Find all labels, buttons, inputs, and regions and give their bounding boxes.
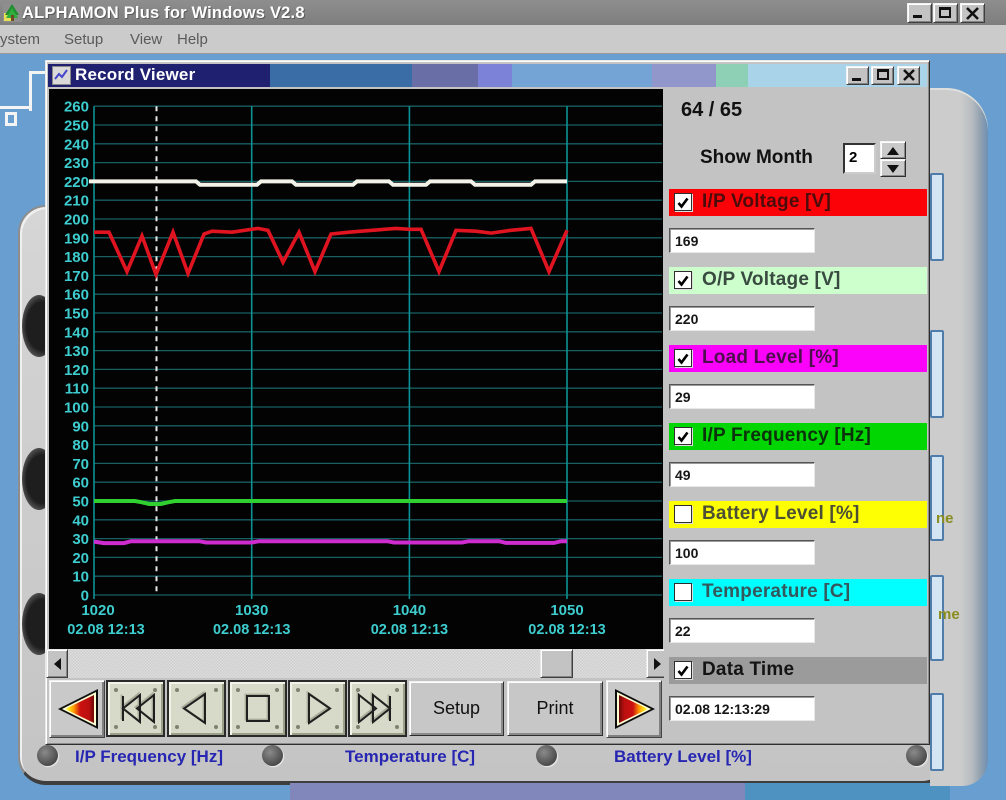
svg-text:80: 80	[72, 437, 89, 454]
svg-text:1050: 1050	[550, 602, 583, 619]
svg-text:150: 150	[64, 306, 89, 323]
svg-text:40: 40	[72, 512, 89, 529]
svg-text:02.08 12:13: 02.08 12:13	[528, 622, 605, 638]
svg-text:02.08 12:13: 02.08 12:13	[67, 622, 144, 638]
svg-text:120: 120	[64, 362, 89, 379]
svg-text:200: 200	[64, 212, 89, 229]
svg-text:220: 220	[64, 174, 89, 191]
svg-text:130: 130	[64, 343, 89, 360]
svg-text:210: 210	[64, 193, 89, 210]
svg-text:1020: 1020	[81, 602, 114, 619]
svg-text:60: 60	[72, 475, 89, 492]
svg-text:160: 160	[64, 287, 89, 304]
svg-text:90: 90	[72, 418, 89, 435]
svg-text:1030: 1030	[235, 602, 268, 619]
svg-text:180: 180	[64, 249, 89, 266]
svg-text:100: 100	[64, 400, 89, 417]
svg-text:240: 240	[64, 136, 89, 153]
svg-text:70: 70	[72, 456, 89, 473]
svg-text:110: 110	[65, 381, 89, 398]
svg-text:02.08 12:13: 02.08 12:13	[213, 622, 290, 638]
svg-text:02.08 12:13: 02.08 12:13	[371, 622, 448, 638]
svg-text:10: 10	[72, 569, 89, 586]
svg-text:1040: 1040	[393, 602, 426, 619]
svg-text:170: 170	[64, 268, 89, 285]
svg-text:140: 140	[64, 324, 89, 341]
svg-text:20: 20	[72, 550, 89, 567]
svg-text:250: 250	[64, 118, 89, 135]
svg-text:230: 230	[64, 155, 89, 172]
svg-text:50: 50	[72, 494, 89, 511]
svg-text:190: 190	[64, 230, 89, 247]
svg-text:260: 260	[64, 99, 89, 116]
svg-text:30: 30	[72, 531, 89, 548]
